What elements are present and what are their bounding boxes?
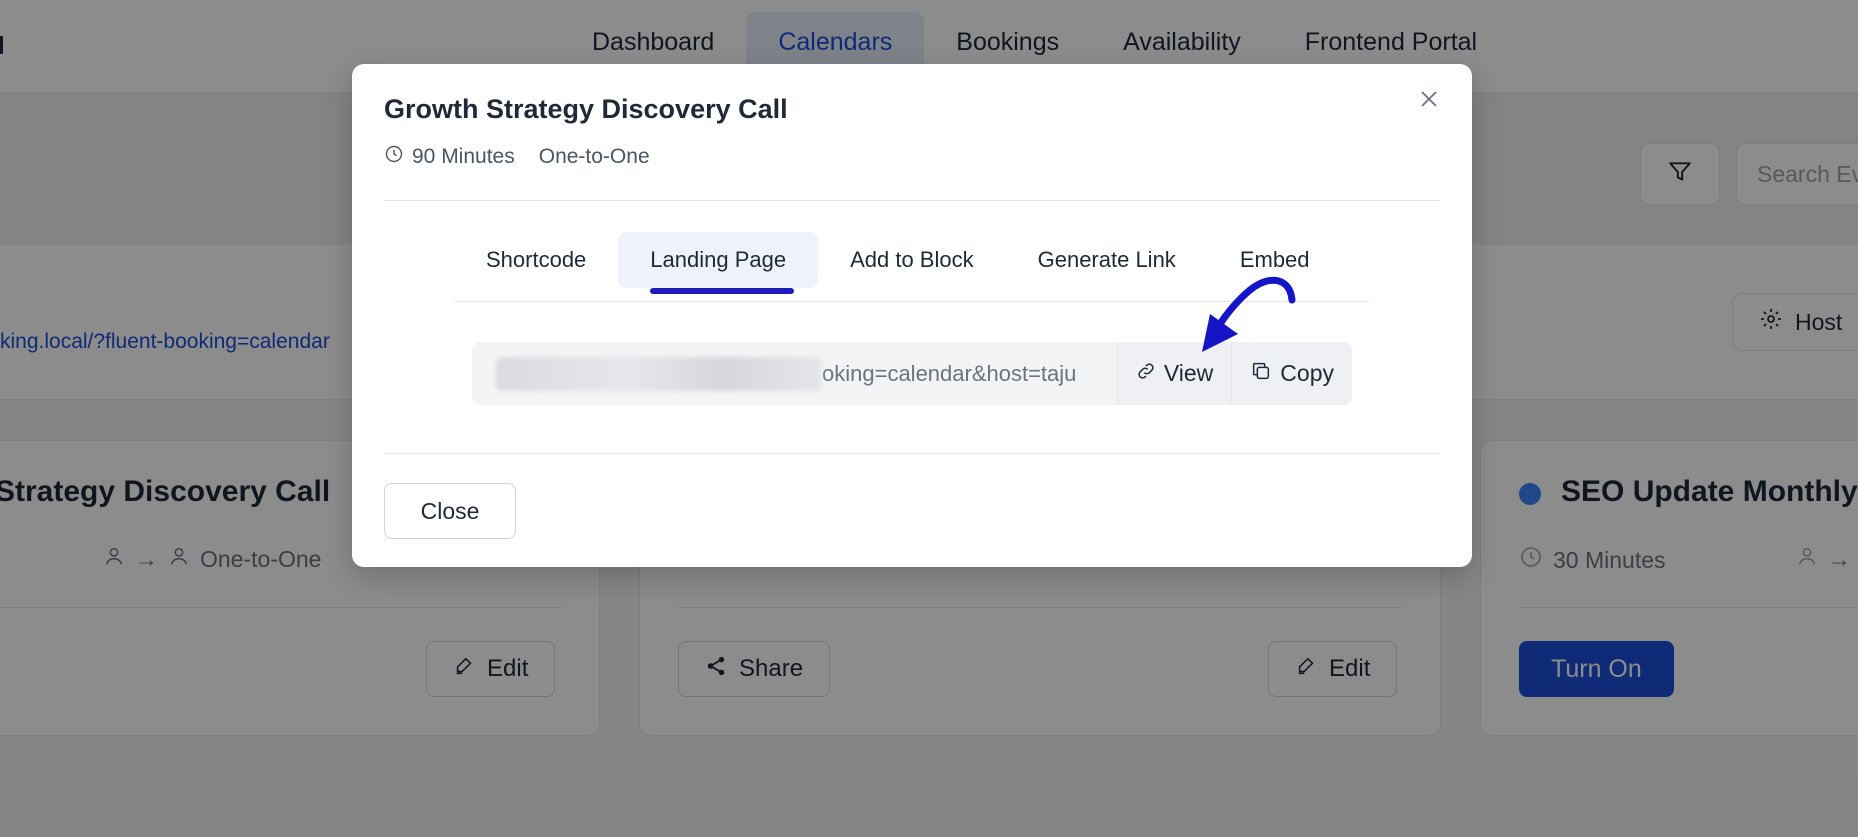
tab-label: Embed <box>1239 247 1310 272</box>
copy-label: Copy <box>1280 360 1334 386</box>
tab-label: Landing Page <box>650 247 787 272</box>
url-text: oking=calendar&host=taju <box>822 360 1077 386</box>
event-type-label: One-to-One <box>538 145 650 168</box>
share-event-modal: Growth Strategy Discovery Call 90 Minute… <box>352 64 1472 567</box>
redacted-url-prefix <box>496 356 822 391</box>
modal-title: Growth Strategy Discovery Call <box>384 94 788 124</box>
close-button[interactable]: Close <box>384 483 516 539</box>
active-tab-underline <box>650 288 795 294</box>
tab-add-to-block[interactable]: Add to Block <box>818 232 1006 288</box>
tab-label: Generate Link <box>1037 247 1176 272</box>
landing-page-url[interactable]: oking=calendar&host=taju <box>472 342 1117 405</box>
copy-icon <box>1250 360 1272 388</box>
event-duration: 90 Minutes <box>384 144 515 170</box>
duration-label: 90 Minutes <box>412 145 515 168</box>
view-label: View <box>1163 360 1214 386</box>
tab-landing-page[interactable]: Landing Page <box>618 232 819 294</box>
tab-label: Add to Block <box>850 247 974 272</box>
annotation-arrow-icon <box>1202 276 1296 352</box>
modal-meta: 90 Minutes One-to-One <box>384 144 650 170</box>
header-divider <box>384 200 1440 201</box>
close-icon[interactable] <box>1416 86 1442 112</box>
clock-icon <box>384 144 404 170</box>
tab-label: Shortcode <box>486 247 587 272</box>
tab-generate-link[interactable]: Generate Link <box>1006 232 1208 288</box>
link-icon <box>1136 360 1156 387</box>
footer-divider <box>384 453 1440 454</box>
tab-shortcode[interactable]: Shortcode <box>454 232 618 288</box>
